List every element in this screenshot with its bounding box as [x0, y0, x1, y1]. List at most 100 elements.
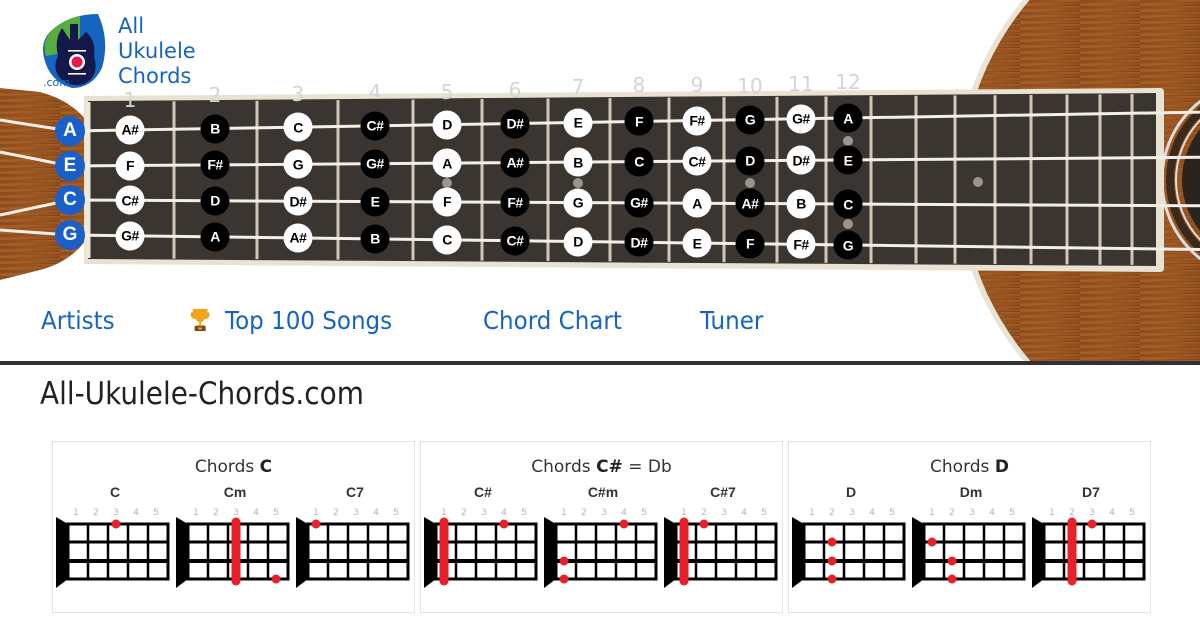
finger-dot [619, 519, 629, 529]
chord-diagram[interactable]: Cm 1 2 3 4 5 [175, 482, 295, 602]
fret-label: 2 [461, 508, 467, 518]
fret-note[interactable]: C [624, 147, 654, 177]
fret-note[interactable]: A [682, 188, 712, 218]
chord-diagram[interactable]: C 1 2 3 4 5 [55, 482, 175, 602]
chord-group-title[interactable]: Chords C [53, 457, 414, 477]
fret-note[interactable]: B [786, 189, 816, 219]
fret-note[interactable]: G# [624, 188, 654, 218]
fret-note[interactable]: D# [786, 145, 816, 175]
fret-note[interactable]: G [735, 105, 765, 135]
fret-note[interactable]: A# [283, 223, 313, 253]
inlay-dot [745, 178, 755, 188]
fret-note[interactable]: E [360, 187, 390, 217]
chord-name: Cm [223, 484, 247, 500]
site-logo[interactable]: .com All Ukulele Chords [40, 10, 220, 95]
open-string-note[interactable]: E [55, 151, 85, 181]
fret-note[interactable]: F# [682, 106, 712, 136]
fret-label: 4 [621, 508, 627, 518]
fret-note[interactable]: G [833, 230, 863, 260]
open-string-note[interactable]: C [55, 185, 85, 215]
fret-note[interactable]: B [563, 147, 593, 177]
chord-diagram[interactable]: C7 1 2 3 4 5 [295, 482, 415, 602]
fret-label: 2 [333, 508, 339, 518]
chord-group-title[interactable]: Chords C# = Db [421, 457, 782, 477]
chord-name: C# [474, 484, 492, 500]
chord-name: C7 [346, 484, 364, 500]
fret-note[interactable]: D# [283, 186, 313, 216]
nav-tuner[interactable]: Tuner [700, 306, 763, 335]
inlay-dot [573, 178, 583, 188]
fret-note[interactable]: F [624, 106, 654, 136]
fret-note[interactable]: E [682, 228, 712, 258]
fret-note[interactable]: D [735, 146, 765, 176]
chord-name: D [845, 484, 857, 500]
fret-note[interactable]: C# [360, 111, 390, 141]
fret-note[interactable]: F [735, 229, 765, 259]
fret-note[interactable]: F [115, 151, 145, 181]
fret-note[interactable]: G# [786, 104, 816, 134]
fret-note[interactable]: F# [500, 187, 530, 217]
finger-dot [927, 537, 937, 547]
fret-note[interactable]: A# [500, 148, 530, 178]
fret-note[interactable]: G [563, 188, 593, 218]
chord-group-panel: Chords C C 1 2 3 4 5 Cm 1 2 3 4 5 C7 1 2 3 4 5 [52, 441, 415, 613]
open-string-note[interactable]: G [55, 220, 85, 250]
fret-note[interactable]: G# [115, 221, 145, 251]
fret-note[interactable]: F# [786, 229, 816, 259]
chord-group-root: C [259, 457, 273, 477]
chord-diagram[interactable]: C# 1 2 3 4 5 [423, 482, 543, 602]
fret-label: 5 [393, 508, 399, 518]
nut [56, 517, 68, 588]
fret-note[interactable]: B [360, 224, 390, 254]
fret-note[interactable]: D [200, 186, 230, 216]
fret-note[interactable]: D# [624, 227, 654, 257]
nut [296, 517, 308, 588]
fret-note[interactable]: E [563, 108, 593, 137]
chord-diagram[interactable]: D 1 2 3 4 5 [791, 482, 911, 602]
fret-note[interactable]: A [200, 222, 230, 252]
fret-note[interactable]: G# [360, 149, 390, 179]
fret-note[interactable]: C [283, 112, 313, 142]
chord-group-title[interactable]: Chords D [789, 457, 1150, 477]
nut [664, 517, 676, 588]
fret-number: 3 [291, 82, 305, 106]
hero-fretboard-banner: .com All Ukulele Chords 1 2 3 4 5 6 7 8 9 10 11 12 … [0, 0, 1200, 361]
fret-number: 5 [440, 80, 454, 104]
fret-number: 7 [571, 75, 585, 99]
chord-diagram[interactable]: C#m 1 2 3 4 5 [543, 482, 663, 602]
fret-grid [554, 522, 658, 581]
open-string-note[interactable]: A [55, 116, 85, 146]
chord-diagram[interactable]: Dm 1 2 3 4 5 [911, 482, 1031, 602]
fret-note[interactable]: A# [735, 188, 765, 218]
fret-note[interactable]: C [833, 189, 863, 219]
fret-note[interactable]: C# [682, 146, 712, 176]
fret-note[interactable]: A# [115, 115, 145, 145]
fret-note[interactable]: C# [500, 226, 530, 256]
nav-artists[interactable]: Artists [41, 306, 115, 335]
fret-note[interactable]: D [563, 227, 593, 257]
chord-diagram[interactable]: C#7 1 2 3 4 5 [663, 482, 783, 602]
fret-grid [434, 522, 538, 581]
nav-top-100-songs[interactable]: Top 100 Songs [190, 306, 392, 337]
fret-note[interactable]: F [432, 187, 462, 217]
fret-label: 5 [1129, 508, 1135, 518]
fret-note[interactable]: D# [500, 109, 530, 139]
fret-number: 9 [690, 73, 704, 97]
fret-note[interactable]: G [283, 149, 313, 179]
fret-note[interactable]: B [200, 114, 230, 144]
finger-dot [271, 574, 281, 584]
fret-note[interactable]: C# [115, 185, 145, 215]
fret-note[interactable]: E [833, 145, 863, 175]
fret-note[interactable]: F# [200, 150, 230, 180]
finger-dot [559, 556, 569, 566]
fret-note[interactable]: D [432, 110, 462, 140]
chord-diagram[interactable]: D7 1 2 3 4 5 [1031, 482, 1151, 602]
nav-chord-chart[interactable]: Chord Chart [483, 306, 622, 335]
fret-note[interactable]: C [432, 225, 462, 255]
fret-note[interactable]: A [432, 148, 462, 178]
fret-note[interactable]: A [833, 103, 863, 133]
fret-label: 1 [441, 508, 447, 518]
fret-number: 2 [208, 83, 222, 107]
chord-group-alias: = Db [622, 457, 672, 477]
fret-label: 1 [193, 508, 199, 518]
